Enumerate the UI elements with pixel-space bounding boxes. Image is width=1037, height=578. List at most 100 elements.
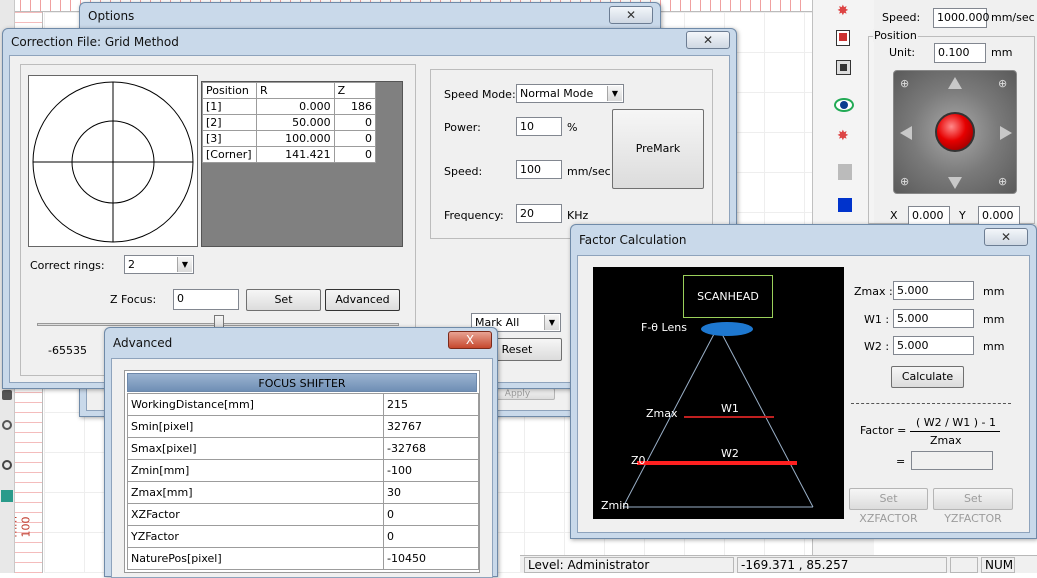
table-row[interactable]: YZFactor 0 bbox=[127, 525, 479, 548]
speed-input[interactable]: 100 bbox=[516, 160, 562, 179]
table-cell[interactable]: -10450 bbox=[383, 547, 479, 570]
focus-shifter-grid: WorkingDistance[mm] 215 Smin[pixel] 3276… bbox=[127, 393, 479, 570]
table-row[interactable]: [Corner] 141.421 0 bbox=[202, 146, 377, 163]
set-xzfactor-button[interactable]: Set XZFACTOR bbox=[849, 488, 928, 525]
joystick-up-icon[interactable] bbox=[948, 77, 962, 89]
grid-method-title: Correction File: Grid Method bbox=[11, 35, 179, 49]
chevron-down-icon[interactable]: ▼ bbox=[177, 257, 192, 272]
table-row[interactable]: Zmin[mm] -100 bbox=[127, 459, 479, 482]
factor-zmax-input[interactable]: 5.000 bbox=[893, 281, 974, 300]
joystick[interactable]: ⊕ ⊕ ⊕ ⊕ bbox=[893, 70, 1017, 194]
grid-table: Position R Z [1] 0.000 186 [2] 50.000 0 … bbox=[202, 82, 377, 163]
set-button[interactable]: Set bbox=[246, 289, 321, 311]
table-cell: [Corner] bbox=[202, 146, 257, 163]
tool-icon[interactable] bbox=[1, 490, 13, 502]
equals-label: = bbox=[896, 455, 906, 468]
table-cell[interactable]: 0 bbox=[333, 114, 377, 131]
laser-icon[interactable]: ✸ bbox=[837, 128, 849, 144]
table-row[interactable]: NaturePos[pixel] -10450 bbox=[127, 547, 479, 570]
calculate-button[interactable]: Calculate bbox=[891, 366, 964, 388]
speed-unit: mm/sec bbox=[991, 11, 1035, 24]
z-focus-label: Z Focus: bbox=[110, 293, 157, 306]
table-cell[interactable]: 0 bbox=[333, 146, 377, 163]
tool-icon[interactable] bbox=[2, 390, 12, 400]
table-cell: [2] bbox=[202, 114, 257, 131]
table-cell[interactable]: 0.000 bbox=[256, 98, 335, 115]
table-row[interactable]: [3] 100.000 0 bbox=[202, 130, 377, 147]
correct-rings-value: 2 bbox=[128, 258, 135, 271]
tool-icon[interactable] bbox=[2, 460, 12, 470]
factor-zmax-label: Zmax : bbox=[854, 285, 893, 298]
star-icon[interactable]: ✸ bbox=[837, 4, 851, 18]
table-cell[interactable]: -32768 bbox=[383, 437, 479, 460]
copy-icon[interactable] bbox=[836, 30, 850, 46]
table-row[interactable]: Smax[pixel] -32768 bbox=[127, 437, 479, 460]
table-row[interactable]: Smin[pixel] 32767 bbox=[127, 415, 479, 438]
table-cell: Smax[pixel] bbox=[127, 437, 384, 460]
speed-input[interactable]: 1000.000 bbox=[933, 8, 990, 28]
table-row[interactable]: Zmax[mm] 30 bbox=[127, 481, 479, 504]
table-row[interactable]: XZFactor 0 bbox=[127, 503, 479, 526]
table-cell[interactable]: 0 bbox=[383, 503, 479, 526]
frequency-label: Frequency: bbox=[444, 209, 504, 222]
chevron-down-icon[interactable]: ▼ bbox=[607, 86, 622, 101]
table-cell[interactable]: 0 bbox=[383, 525, 479, 548]
tool-icon[interactable] bbox=[2, 420, 12, 430]
grid-method-close-button[interactable]: ✕ bbox=[686, 31, 730, 49]
speed-mode-select[interactable]: Normal Mode ▼ bbox=[516, 84, 624, 103]
w1-label: W1 bbox=[721, 402, 739, 415]
correct-rings-select[interactable]: 2 ▼ bbox=[124, 255, 194, 274]
table-row[interactable]: [2] 50.000 0 bbox=[202, 114, 377, 131]
premark-button[interactable]: PreMark bbox=[612, 109, 704, 189]
blue-square-icon[interactable] bbox=[838, 198, 852, 212]
factor-result-field bbox=[911, 451, 993, 470]
formula-bar bbox=[910, 431, 1000, 432]
table-row[interactable]: WorkingDistance[mm] 215 bbox=[127, 393, 479, 416]
table-cell[interactable]: 30 bbox=[383, 481, 479, 504]
factor-close-button[interactable]: ✕ bbox=[984, 228, 1028, 246]
y-input[interactable]: 0.000 bbox=[978, 206, 1020, 225]
set-yzfactor-button[interactable]: Set YZFACTOR bbox=[933, 488, 1013, 525]
formula-denominator: Zmax bbox=[930, 434, 962, 447]
unit-input[interactable]: 0.100 bbox=[934, 43, 986, 63]
status-num: NUM bbox=[981, 557, 1015, 573]
power-unit: % bbox=[567, 121, 578, 134]
advanced-close-button[interactable]: X bbox=[448, 331, 492, 349]
speed-mode-label: Speed Mode: bbox=[444, 88, 516, 101]
power-input[interactable]: 10 bbox=[516, 117, 562, 136]
lens-icon bbox=[701, 322, 753, 336]
correction-preview bbox=[28, 75, 198, 247]
eye-icon[interactable] bbox=[834, 98, 854, 112]
table-cell[interactable]: 141.421 bbox=[256, 146, 335, 163]
frequency-input[interactable]: 20 bbox=[516, 204, 562, 223]
table-cell[interactable]: 186 bbox=[333, 98, 377, 115]
chevron-down-icon[interactable]: ▼ bbox=[544, 315, 559, 330]
x-label: X bbox=[890, 209, 898, 222]
joystick-right-icon[interactable] bbox=[1000, 126, 1012, 140]
table-cell[interactable]: 32767 bbox=[383, 415, 479, 438]
factor-w2-input[interactable]: 5.000 bbox=[893, 336, 974, 355]
table-cell[interactable]: 0 bbox=[333, 130, 377, 147]
joystick-down-icon[interactable] bbox=[948, 177, 962, 189]
table-header: R bbox=[256, 82, 335, 99]
status-coords: -169.371 , 85.257 bbox=[737, 557, 947, 573]
table-cell[interactable]: 50.000 bbox=[256, 114, 335, 131]
factor-w1-input[interactable]: 5.000 bbox=[893, 309, 974, 328]
advanced-button[interactable]: Advanced bbox=[325, 289, 400, 311]
factor-w2-unit: mm bbox=[983, 340, 1005, 353]
x-input[interactable]: 0.000 bbox=[908, 206, 950, 225]
table-cell: WorkingDistance[mm] bbox=[127, 393, 384, 416]
joystick-left-icon[interactable] bbox=[900, 126, 912, 140]
speed-unit: mm/sec bbox=[567, 165, 611, 178]
z-focus-input[interactable]: 0 bbox=[173, 289, 239, 310]
options-close-button[interactable]: ✕ bbox=[609, 6, 653, 24]
scanhead-box: SCANHEAD bbox=[683, 275, 773, 318]
image-icon[interactable] bbox=[836, 60, 851, 75]
joystick-knob-icon[interactable] bbox=[935, 112, 975, 152]
table-row[interactable]: [1] 0.000 186 bbox=[202, 98, 377, 115]
table-cell[interactable]: 100.000 bbox=[256, 130, 335, 147]
table-cell[interactable]: -100 bbox=[383, 459, 479, 482]
factor-w1-label: W1 : bbox=[864, 313, 890, 326]
move-icon[interactable] bbox=[838, 164, 852, 180]
table-cell[interactable]: 215 bbox=[383, 393, 479, 416]
